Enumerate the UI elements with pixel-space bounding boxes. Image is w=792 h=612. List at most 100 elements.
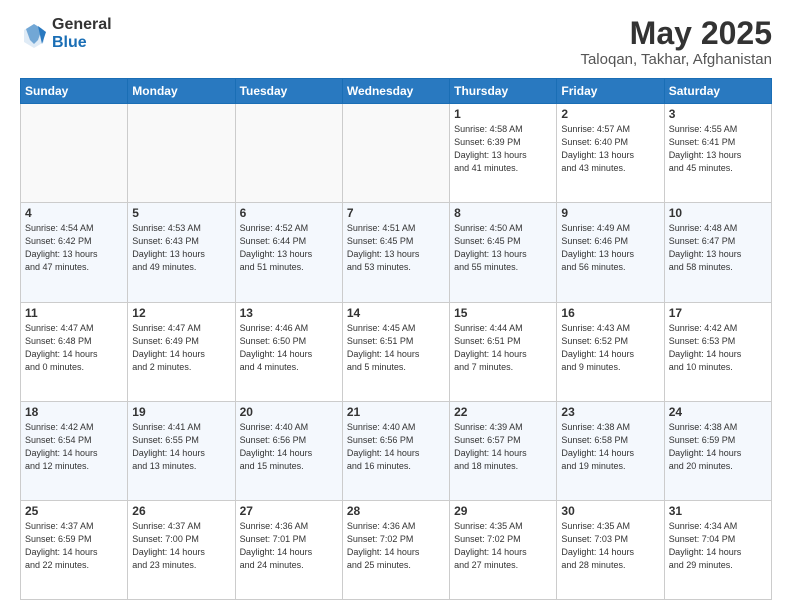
day-info-8: Sunrise: 4:50 AM Sunset: 6:45 PM Dayligh… xyxy=(454,222,552,274)
cell-1-6: 10 Sunrise: 4:48 AM Sunset: 6:47 PM Dayli… xyxy=(664,203,771,302)
day-number-2: 2 xyxy=(561,107,659,121)
day-number-20: 20 xyxy=(240,405,338,419)
header: General Blue May 2025 Taloqan, Takhar, A… xyxy=(20,16,772,68)
day-info-5: Sunrise: 4:53 AM Sunset: 6:43 PM Dayligh… xyxy=(132,222,230,274)
day-info-28: Sunrise: 4:36 AM Sunset: 7:02 PM Dayligh… xyxy=(347,520,445,572)
header-row: Sunday Monday Tuesday Wednesday Thursday… xyxy=(21,79,772,104)
cell-0-3 xyxy=(342,104,449,203)
cell-2-1: 12 Sunrise: 4:47 AM Sunset: 6:49 PM Dayli… xyxy=(128,302,235,401)
cell-1-1: 5 Sunrise: 4:53 AM Sunset: 6:43 PM Daylig… xyxy=(128,203,235,302)
col-thursday: Thursday xyxy=(450,79,557,104)
cell-2-6: 17 Sunrise: 4:42 AM Sunset: 6:53 PM Dayli… xyxy=(664,302,771,401)
cell-1-4: 8 Sunrise: 4:50 AM Sunset: 6:45 PM Daylig… xyxy=(450,203,557,302)
col-tuesday: Tuesday xyxy=(235,79,342,104)
cell-0-5: 2 Sunrise: 4:57 AM Sunset: 6:40 PM Daylig… xyxy=(557,104,664,203)
cell-1-3: 7 Sunrise: 4:51 AM Sunset: 6:45 PM Daylig… xyxy=(342,203,449,302)
logo-blue: Blue xyxy=(52,34,112,52)
day-number-18: 18 xyxy=(25,405,123,419)
cell-1-0: 4 Sunrise: 4:54 AM Sunset: 6:42 PM Daylig… xyxy=(21,203,128,302)
day-info-17: Sunrise: 4:42 AM Sunset: 6:53 PM Dayligh… xyxy=(669,322,767,374)
cell-2-3: 14 Sunrise: 4:45 AM Sunset: 6:51 PM Dayli… xyxy=(342,302,449,401)
col-sunday: Sunday xyxy=(21,79,128,104)
day-info-30: Sunrise: 4:35 AM Sunset: 7:03 PM Dayligh… xyxy=(561,520,659,572)
cell-1-5: 9Sunrise: 4:49 AM Sunset: 6:46 PM Daylig… xyxy=(557,203,664,302)
day-info-2: Sunrise: 4:57 AM Sunset: 6:40 PM Dayligh… xyxy=(561,123,659,175)
day-number-14: 14 xyxy=(347,306,445,320)
day-number-12: 12 xyxy=(132,306,230,320)
page: General Blue May 2025 Taloqan, Takhar, A… xyxy=(0,0,792,612)
day-info-16: Sunrise: 4:43 AM Sunset: 6:52 PM Dayligh… xyxy=(561,322,659,374)
cell-4-3: 28 Sunrise: 4:36 AM Sunset: 7:02 PM Dayli… xyxy=(342,500,449,599)
title-block: May 2025 Taloqan, Takhar, Afghanistan xyxy=(580,16,772,68)
day-number-1: 1 xyxy=(454,107,552,121)
calendar-table: Sunday Monday Tuesday Wednesday Thursday… xyxy=(20,78,772,600)
cell-2-0: 11Sunrise: 4:47 AM Sunset: 6:48 PM Dayli… xyxy=(21,302,128,401)
day-number-22: 22 xyxy=(454,405,552,419)
day-info-10: Sunrise: 4:48 AM Sunset: 6:47 PM Dayligh… xyxy=(669,222,767,274)
day-number-5: 5 xyxy=(132,206,230,220)
day-info-20: Sunrise: 4:40 AM Sunset: 6:56 PM Dayligh… xyxy=(240,421,338,473)
cell-2-5: 16 Sunrise: 4:43 AM Sunset: 6:52 PM Dayli… xyxy=(557,302,664,401)
week-row-0: 1Sunrise: 4:58 AM Sunset: 6:39 PM Daylig… xyxy=(21,104,772,203)
cell-0-4: 1Sunrise: 4:58 AM Sunset: 6:39 PM Daylig… xyxy=(450,104,557,203)
day-info-22: Sunrise: 4:39 AM Sunset: 6:57 PM Dayligh… xyxy=(454,421,552,473)
cell-3-4: 22 Sunrise: 4:39 AM Sunset: 6:57 PM Dayli… xyxy=(450,401,557,500)
cell-4-4: 29 Sunrise: 4:35 AM Sunset: 7:02 PM Dayli… xyxy=(450,500,557,599)
cell-0-2 xyxy=(235,104,342,203)
cell-4-1: 26Sunrise: 4:37 AM Sunset: 7:00 PM Dayli… xyxy=(128,500,235,599)
day-info-25: Sunrise: 4:37 AM Sunset: 6:59 PM Dayligh… xyxy=(25,520,123,572)
day-number-28: 28 xyxy=(347,504,445,518)
day-number-31: 31 xyxy=(669,504,767,518)
day-number-19: 19 xyxy=(132,405,230,419)
day-number-21: 21 xyxy=(347,405,445,419)
cell-4-6: 31 Sunrise: 4:34 AM Sunset: 7:04 PM Dayli… xyxy=(664,500,771,599)
cell-3-5: 23Sunrise: 4:38 AM Sunset: 6:58 PM Dayli… xyxy=(557,401,664,500)
day-number-9: 9 xyxy=(561,206,659,220)
cell-2-4: 15 Sunrise: 4:44 AM Sunset: 6:51 PM Dayli… xyxy=(450,302,557,401)
logo-text: General Blue xyxy=(52,16,112,51)
day-info-19: Sunrise: 4:41 AM Sunset: 6:55 PM Dayligh… xyxy=(132,421,230,473)
day-info-23: Sunrise: 4:38 AM Sunset: 6:58 PM Dayligh… xyxy=(561,421,659,473)
cell-0-1 xyxy=(128,104,235,203)
day-info-18: Sunrise: 4:42 AM Sunset: 6:54 PM Dayligh… xyxy=(25,421,123,473)
day-info-27: Sunrise: 4:36 AM Sunset: 7:01 PM Dayligh… xyxy=(240,520,338,572)
day-info-7: Sunrise: 4:51 AM Sunset: 6:45 PM Dayligh… xyxy=(347,222,445,274)
day-number-27: 27 xyxy=(240,504,338,518)
logo-icon xyxy=(20,20,48,48)
day-info-15: Sunrise: 4:44 AM Sunset: 6:51 PM Dayligh… xyxy=(454,322,552,374)
day-info-31: Sunrise: 4:34 AM Sunset: 7:04 PM Dayligh… xyxy=(669,520,767,572)
cell-3-3: 21 Sunrise: 4:40 AM Sunset: 6:56 PM Dayli… xyxy=(342,401,449,500)
week-row-2: 11Sunrise: 4:47 AM Sunset: 6:48 PM Dayli… xyxy=(21,302,772,401)
cell-2-2: 13 Sunrise: 4:46 AM Sunset: 6:50 PM Dayli… xyxy=(235,302,342,401)
day-number-16: 16 xyxy=(561,306,659,320)
day-info-26: Sunrise: 4:37 AM Sunset: 7:00 PM Dayligh… xyxy=(132,520,230,572)
col-wednesday: Wednesday xyxy=(342,79,449,104)
calendar-title: May 2025 xyxy=(580,16,772,51)
day-number-17: 17 xyxy=(669,306,767,320)
day-info-12: Sunrise: 4:47 AM Sunset: 6:49 PM Dayligh… xyxy=(132,322,230,374)
week-row-4: 25 Sunrise: 4:37 AM Sunset: 6:59 PM Dayli… xyxy=(21,500,772,599)
col-saturday: Saturday xyxy=(664,79,771,104)
day-number-10: 10 xyxy=(669,206,767,220)
day-number-7: 7 xyxy=(347,206,445,220)
day-number-8: 8 xyxy=(454,206,552,220)
day-number-6: 6 xyxy=(240,206,338,220)
day-info-21: Sunrise: 4:40 AM Sunset: 6:56 PM Dayligh… xyxy=(347,421,445,473)
day-info-29: Sunrise: 4:35 AM Sunset: 7:02 PM Dayligh… xyxy=(454,520,552,572)
day-number-13: 13 xyxy=(240,306,338,320)
day-info-3: Sunrise: 4:55 AM Sunset: 6:41 PM Dayligh… xyxy=(669,123,767,175)
day-info-4: Sunrise: 4:54 AM Sunset: 6:42 PM Dayligh… xyxy=(25,222,123,274)
day-number-29: 29 xyxy=(454,504,552,518)
cell-3-2: 20 Sunrise: 4:40 AM Sunset: 6:56 PM Dayli… xyxy=(235,401,342,500)
day-number-25: 25 xyxy=(25,504,123,518)
day-number-4: 4 xyxy=(25,206,123,220)
day-number-15: 15 xyxy=(454,306,552,320)
logo: General Blue xyxy=(20,16,112,51)
cell-3-0: 18 Sunrise: 4:42 AM Sunset: 6:54 PM Dayli… xyxy=(21,401,128,500)
cell-0-6: 3Sunrise: 4:55 AM Sunset: 6:41 PM Daylig… xyxy=(664,104,771,203)
cell-1-2: 6Sunrise: 4:52 AM Sunset: 6:44 PM Daylig… xyxy=(235,203,342,302)
col-friday: Friday xyxy=(557,79,664,104)
day-info-13: Sunrise: 4:46 AM Sunset: 6:50 PM Dayligh… xyxy=(240,322,338,374)
logo-general: General xyxy=(52,16,112,34)
day-info-14: Sunrise: 4:45 AM Sunset: 6:51 PM Dayligh… xyxy=(347,322,445,374)
